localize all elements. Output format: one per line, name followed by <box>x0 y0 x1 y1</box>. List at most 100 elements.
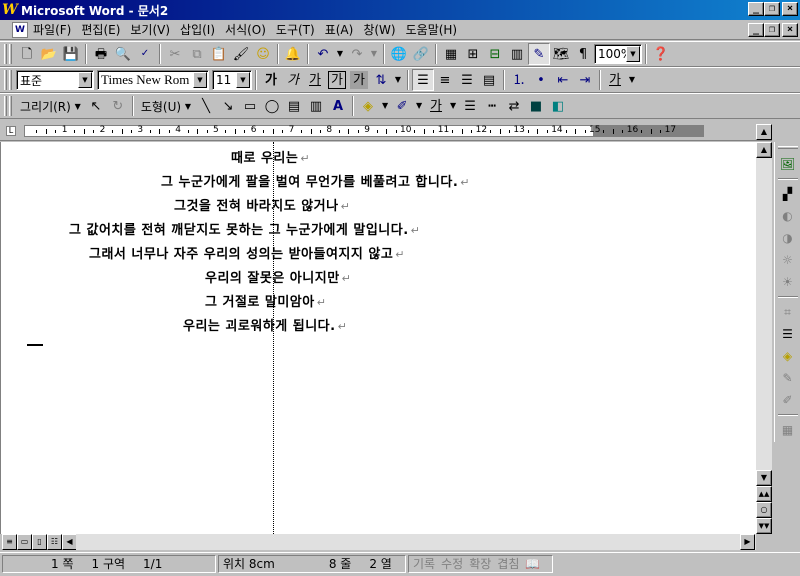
status-trk[interactable]: 수정 <box>441 555 463 572</box>
text-box-icon[interactable]: ▤ <box>283 95 305 117</box>
shadow-icon[interactable]: ■ <box>525 95 547 117</box>
wordart-icon[interactable]: A <box>327 95 349 117</box>
hyperlink-icon[interactable]: 🔗 <box>410 43 432 65</box>
fill-color-dropdown-icon[interactable]: ▼ <box>379 95 391 117</box>
toolbar-grip[interactable] <box>9 44 12 64</box>
arrow-icon[interactable]: ↘ <box>217 95 239 117</box>
document-line[interactable]: 우리의 잘못은 아니지만 ↵ <box>205 270 351 288</box>
scroll-left-button[interactable]: ◀ <box>62 534 77 550</box>
document-area[interactable]: 때로 우리는 ↵ 그 누군가에게 팔을 벌여 무언가를 베풀려고 합니다. ↵ 그것… <box>0 142 756 534</box>
bullets-icon[interactable]: • <box>530 69 552 91</box>
document-line[interactable]: 때로 우리는 ↵ <box>231 150 310 168</box>
line-style-icon[interactable]: ☰ <box>459 95 481 117</box>
menu-table[interactable]: 표(A) <box>320 21 359 39</box>
status-page-panel[interactable]: 1 쪽 1 구역 1/1 <box>2 554 216 573</box>
word-app-icon[interactable]: W <box>2 2 18 18</box>
line-color-dropdown-icon[interactable]: ▼ <box>413 95 425 117</box>
menu-format[interactable]: 서식(O) <box>220 21 271 39</box>
toolbar-grip[interactable] <box>9 96 12 116</box>
toolbar-grip[interactable] <box>777 146 798 149</box>
menu-edit[interactable]: 편집(E) <box>76 21 125 39</box>
normal-view-button[interactable]: ≡ <box>2 534 17 550</box>
more-brightness-icon[interactable]: ☼ <box>777 249 799 271</box>
ruler-scroll-up-button[interactable]: ▲ <box>756 124 772 140</box>
select-objects-icon[interactable]: ↖ <box>85 95 107 117</box>
free-rotate-icon[interactable]: ↻ <box>107 95 129 117</box>
previous-page-button[interactable]: ▲▲ <box>756 486 772 502</box>
smiley-icon[interactable]: ☺ <box>252 43 274 65</box>
print-preview-icon[interactable]: 🔍 <box>112 43 134 65</box>
redo-dropdown-icon[interactable]: ▼ <box>368 43 380 65</box>
insert-table-icon[interactable]: ⊞ <box>462 43 484 65</box>
fill-color-icon[interactable]: ◈ <box>357 95 379 117</box>
rectangle-icon[interactable]: ▭ <box>239 95 261 117</box>
distributed-icon[interactable]: ▤ <box>478 69 500 91</box>
toolbar-grip[interactable] <box>4 96 7 116</box>
dash-style-icon[interactable]: ┅ <box>481 95 503 117</box>
font-color-icon[interactable]: 가 <box>425 95 447 117</box>
increase-indent-icon[interactable]: ⇥ <box>574 69 596 91</box>
tables-borders-icon[interactable]: ▦ <box>440 43 462 65</box>
menu-view[interactable]: 보기(V) <box>125 21 175 39</box>
char-color-button[interactable]: 가 <box>604 69 626 91</box>
save-icon[interactable]: 💾 <box>60 43 82 65</box>
zoom-select[interactable]: 100% ▼ <box>594 44 642 64</box>
zoom-dropdown-icon[interactable]: ▼ <box>626 46 640 62</box>
paste-icon[interactable]: 📋 <box>208 43 230 65</box>
align-right-icon[interactable]: ☰ <box>456 69 478 91</box>
scroll-right-button[interactable]: ▶ <box>740 534 755 550</box>
scroll-down-button[interactable]: ▼ <box>756 470 772 486</box>
status-ovr[interactable]: 겹침 <box>497 555 519 572</box>
minimize-button[interactable]: _ <box>748 2 764 16</box>
menu-window[interactable]: 창(W) <box>358 21 400 39</box>
line-style-icon[interactable]: ☰ <box>777 323 799 345</box>
outline-view-button[interactable]: ☷ <box>47 534 62 550</box>
font-color-dropdown-icon[interactable]: ▼ <box>447 95 459 117</box>
doc-close-button[interactable]: × <box>782 23 798 37</box>
set-transparent-color-icon[interactable]: ✎ <box>777 367 799 389</box>
menu-help[interactable]: 도움말(H) <box>401 21 463 39</box>
text-direction-dropdown-icon[interactable]: ▼ <box>392 69 404 91</box>
redo-icon[interactable]: ↷ <box>346 43 368 65</box>
undo-icon[interactable]: ↶ <box>312 43 334 65</box>
bold-button[interactable]: 가 <box>260 69 282 91</box>
autoshapes-menu-button[interactable]: 도형(U) ▼ <box>137 95 195 117</box>
horizontal-ruler[interactable]: L 1 2 3 4 5 6 7 8 9 10 11 12 13 14 15 16 17 <box>0 121 772 141</box>
columns-icon[interactable]: ▥ <box>506 43 528 65</box>
align-justify-icon[interactable]: ☰ <box>412 69 434 91</box>
font-select[interactable]: Times New Rom ▼ <box>97 70 209 90</box>
menu-insert[interactable]: 삽입(I) <box>175 21 220 39</box>
cut-icon[interactable]: ✂ <box>164 43 186 65</box>
next-page-button[interactable]: ▼▼ <box>756 518 772 534</box>
status-rec[interactable]: 기록 <box>413 555 435 572</box>
web-icon[interactable]: 🌐 <box>388 43 410 65</box>
vertical-scrollbar[interactable]: ▲ ▼ ▲▲ ○ ▼▼ <box>756 142 772 534</box>
style-dropdown-icon[interactable]: ▼ <box>78 72 92 88</box>
document-map-icon[interactable]: 🗺 <box>550 43 572 65</box>
status-ext[interactable]: 확장 <box>469 555 491 572</box>
scroll-up-button[interactable]: ▲ <box>756 142 772 158</box>
document-line[interactable]: 그것을 전혀 바라지도 않거나 ↵ <box>174 198 350 216</box>
insert-excel-icon[interactable]: ⊟ <box>484 43 506 65</box>
restore-button[interactable]: ❐ <box>764 2 780 16</box>
recolor-icon[interactable]: ✐ <box>777 389 799 411</box>
italic-button[interactable]: 가 <box>282 69 304 91</box>
new-document-icon[interactable]: 🗋 <box>16 43 38 65</box>
underline-button[interactable]: 가 <box>304 69 326 91</box>
3d-icon[interactable]: ◧ <box>547 95 569 117</box>
toolbar-grip[interactable] <box>4 70 7 90</box>
print-icon[interactable]: 🖶 <box>90 43 112 65</box>
line-icon[interactable]: ╲ <box>195 95 217 117</box>
document-icon[interactable]: W <box>12 21 28 38</box>
crop-icon[interactable]: ⌗ <box>777 301 799 323</box>
web-layout-view-button[interactable]: ▭ <box>17 534 32 550</box>
image-control-icon[interactable]: ▞ <box>777 183 799 205</box>
font-size-select[interactable]: 11 ▼ <box>212 70 252 90</box>
select-browse-object-button[interactable]: ○ <box>756 502 772 518</box>
vertical-text-box-icon[interactable]: ▥ <box>305 95 327 117</box>
format-painter-icon[interactable]: 🖌 <box>230 43 252 65</box>
numbering-icon[interactable]: ⒈ <box>508 69 530 91</box>
doc-restore-button[interactable]: ❐ <box>764 23 780 37</box>
draw-menu-button[interactable]: 그리기(R) ▼ <box>16 95 85 117</box>
outline-button[interactable]: 가 <box>328 71 346 89</box>
